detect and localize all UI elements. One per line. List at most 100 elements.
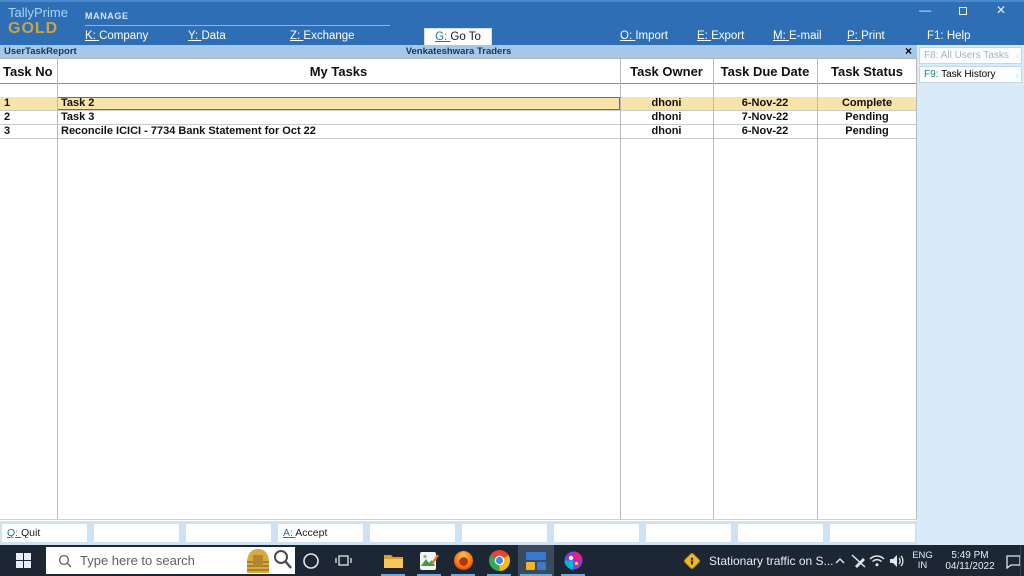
cell-task-due[interactable]: 6-Nov-22 [713,125,817,138]
windows-taskbar: Stationary traffic on S... [0,545,1024,576]
menu-email[interactable]: ME-mail [773,30,822,42]
menu-export-label: Export [711,30,745,42]
function-slot [94,524,179,542]
cell-task-due[interactable]: 7-Nov-22 [713,111,817,124]
cell-task-status[interactable]: Complete [817,97,917,110]
menu-company-label: Company [99,30,149,42]
goto-key: G [435,31,450,43]
cell-task-due[interactable]: 6-Nov-22 [713,97,817,110]
company-name: Venkateshwara Traders [405,46,512,57]
task-row[interactable]: 2 Task 3 dhoni 7-Nov-22 Pending [0,111,916,125]
task-row[interactable]: 3 Reconcile ICICI - 7734 Bank Statement … [0,125,916,139]
file-explorer-button[interactable] [376,545,410,576]
tray-volume-button[interactable] [887,545,906,576]
header-gap [0,84,916,97]
column-separator [713,59,714,519]
menu-company[interactable]: KCompany [85,30,148,42]
cell-task-no[interactable]: 3 [0,125,57,138]
accept-button[interactable]: AAccept [278,524,363,542]
search-icon [58,554,72,567]
windows-logo-icon [15,553,31,568]
quit-button[interactable]: QQuit [2,524,87,542]
cell-task-name[interactable]: Reconcile ICICI - 7734 Bank Statement fo… [57,125,620,138]
cortana-icon [303,552,319,569]
menu-company-key: K [85,30,99,42]
brand-edition: GOLD [8,20,59,38]
language-line1: ENG [912,549,933,561]
firefox-button[interactable] [446,545,480,576]
header-task-due-date: Task Due Date [720,63,810,79]
function-slot [738,524,823,542]
tray-wifi-button[interactable] [868,545,886,576]
cell-task-name[interactable]: Task 3 [57,111,620,124]
search-highlight-pharaoh-icon[interactable] [243,548,293,574]
chrome-button[interactable] [482,545,516,576]
paint3d-button[interactable] [556,545,590,576]
menu-print[interactable]: PPrint [847,30,885,42]
speaker-icon [889,554,904,567]
header-task-owner: Task Owner [630,63,703,79]
task-view-button[interactable] [330,545,356,576]
taskbar-search[interactable] [46,547,295,574]
menu-import[interactable]: OImport [620,30,668,42]
task-row[interactable]: 1 Task 2 dhoni 6-Nov-22 Complete [0,97,916,111]
cell-task-owner[interactable]: dhoni [620,111,713,124]
report-close-icon[interactable]: × [905,45,912,57]
window-restore-button[interactable] [944,2,982,20]
cell-task-status[interactable]: Pending [817,125,917,138]
menu-exchange-label: Exchange [303,30,355,42]
window-minimize-button[interactable]: — [906,2,944,20]
show-desktop-button[interactable] [1020,545,1024,576]
function-slot [554,524,639,542]
menu-exchange[interactable]: ZExchange [290,30,355,42]
tray-expand-button[interactable] [832,545,848,576]
photos-app-button[interactable] [412,545,446,576]
cell-task-no[interactable]: 2 [0,111,57,124]
cortana-button[interactable] [298,545,324,576]
all-users-tasks-label: All Users Tasks [940,50,1009,61]
cell-task-no[interactable]: 1 [0,97,57,110]
file-explorer-icon [383,555,403,568]
cell-task-owner[interactable]: dhoni [620,97,713,110]
traffic-sign-icon [683,552,701,569]
tallyprime-logo: TallyPrime GOLD [8,5,68,38]
restore-icon [959,7,967,15]
titlebar: TallyPrime GOLD MANAGE KCompany YData ZE… [0,0,1024,47]
column-separator [57,59,58,519]
menu-print-label: Print [861,30,885,42]
column-separator [817,59,818,519]
accept-label: Accept [295,527,328,539]
task-history-button[interactable]: F9Task History ‹ [919,66,1022,83]
window-close-button[interactable]: ✕ [982,2,1020,20]
menu-export[interactable]: EExport [697,30,744,42]
tray-pen-disabled-button[interactable] [849,545,867,576]
function-slot [462,524,547,542]
date-text: 04/11/2022 [945,560,995,572]
start-button[interactable] [0,545,46,576]
search-input[interactable] [80,553,243,568]
quit-key: Q [7,527,21,539]
menu-help[interactable]: F1Help [927,30,970,42]
photos-app-icon [420,551,439,570]
clock[interactable]: 5:49 PM 04/11/2022 [938,545,1002,576]
menu-data-label: Data [201,30,226,42]
menu-exchange-key: Z [290,30,303,42]
header-task-status: Task Status [830,63,903,79]
app-window: TallyPrime GOLD MANAGE KCompany YData ZE… [0,0,1024,576]
chrome-icon [488,550,510,571]
manage-section-label: MANAGE [85,11,129,21]
language-indicator[interactable]: ENG IN [908,545,937,576]
menu-data[interactable]: YData [188,30,226,42]
cell-task-status[interactable]: Pending [817,111,917,124]
tallyprime-taskbar-button[interactable] [518,545,554,576]
task-history-key: F9 [924,69,941,80]
news-notification[interactable]: Stationary traffic on S... [682,545,842,576]
menu-import-label: Import [635,30,668,42]
menu-print-key: P [847,30,861,42]
cell-task-owner[interactable]: dhoni [620,125,713,138]
collapse-arrow-icon: ‹ [1016,51,1019,61]
all-users-tasks-button[interactable]: F8All Users Tasks ‹ [919,47,1022,64]
notification-text: Stationary traffic on S... [709,553,834,568]
cell-task-name[interactable]: Task 2 [57,97,620,110]
paint3d-icon [564,551,582,570]
